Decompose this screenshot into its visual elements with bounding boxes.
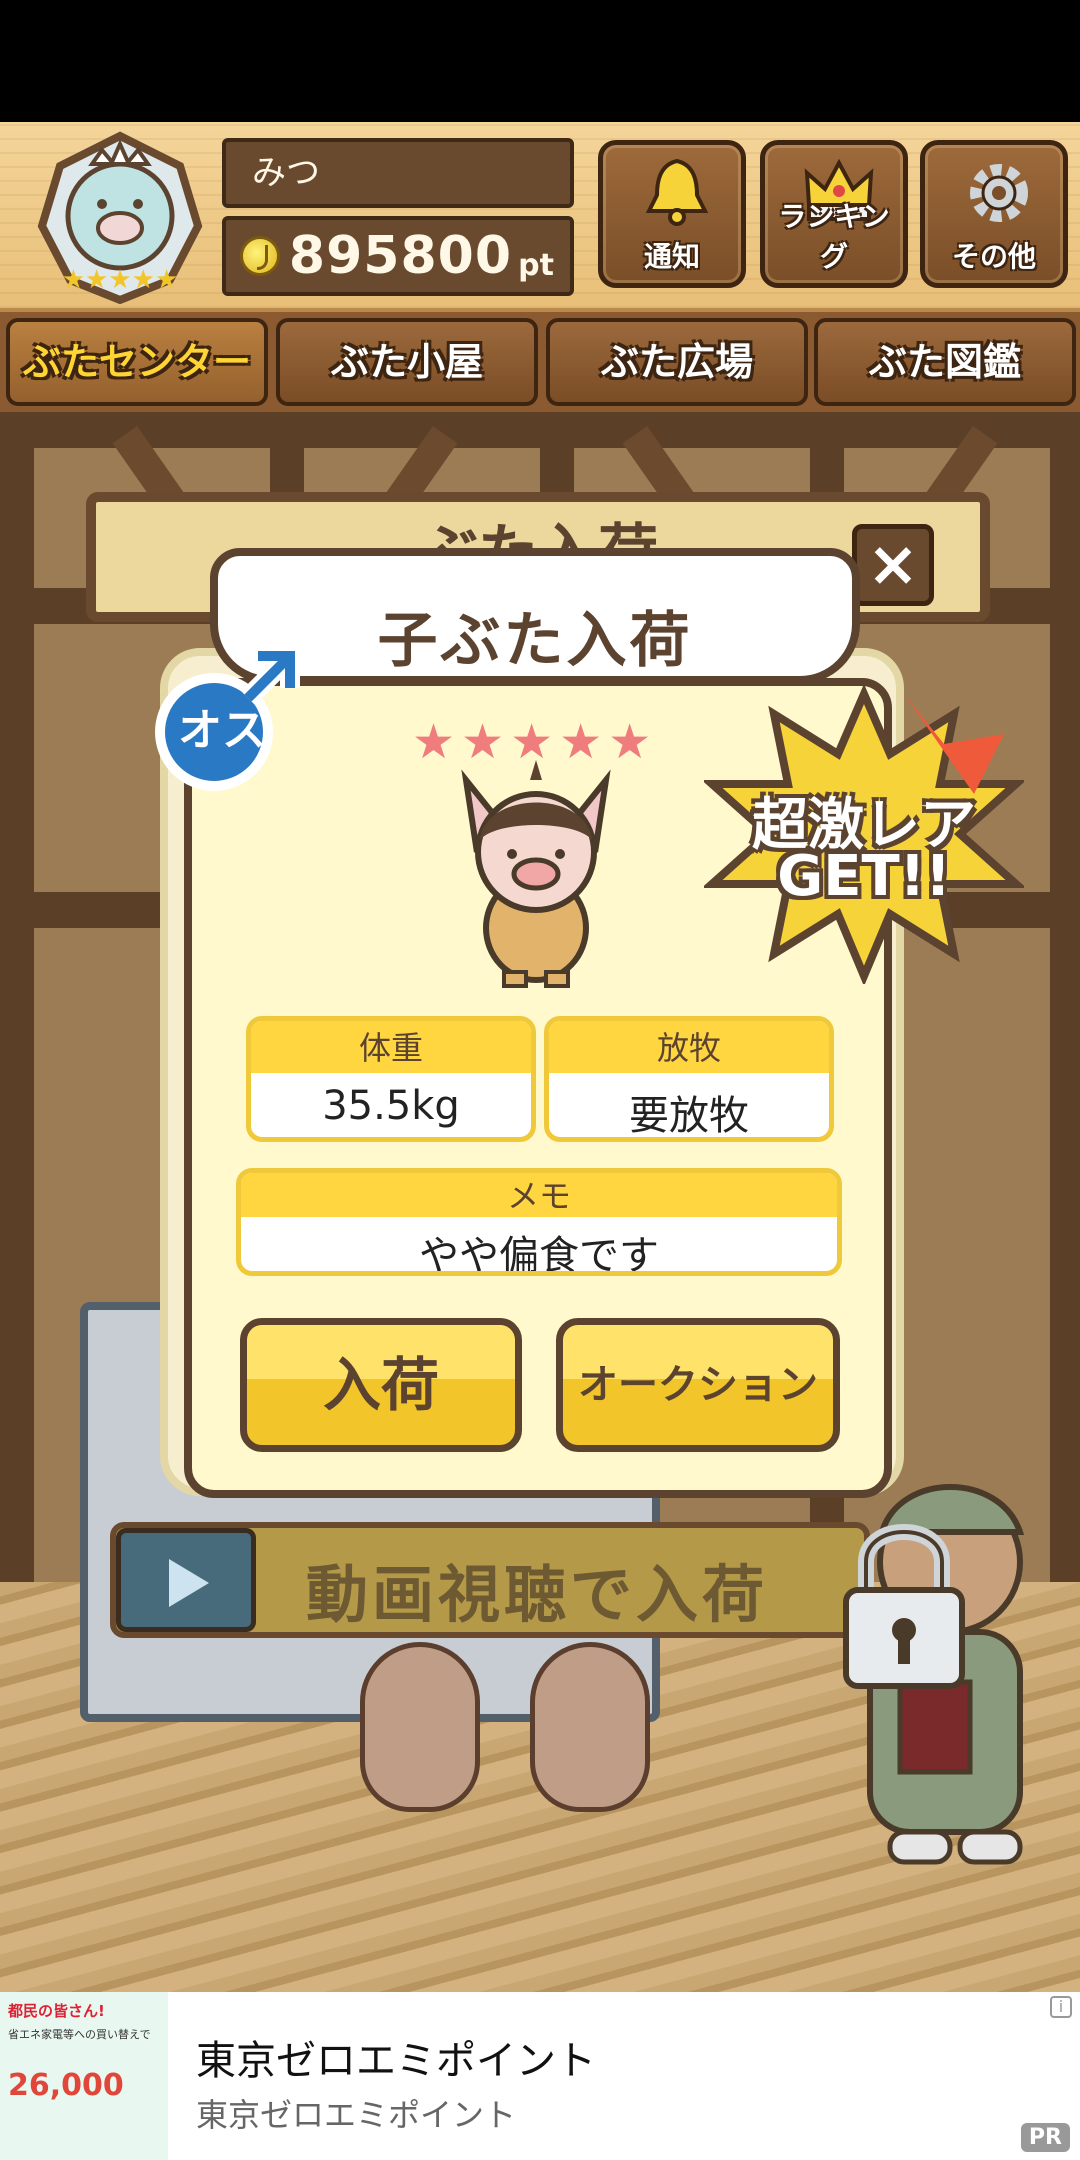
ad-thumbnail[interactable]: 都民の皆さん! 省エネ家電等への買い替えで 26,000 — [0, 1992, 168, 2160]
ad-pr-badge: PR — [1020, 2123, 1070, 2152]
ad-title[interactable]: 東京ゼロエミポイント — [196, 2028, 596, 2086]
rarity-text-line2: GET!! — [777, 844, 951, 909]
svg-text:★★★★★: ★★★★★ — [62, 265, 179, 295]
video-purchase-button[interactable]: 動画視聴で入荷 — [110, 1522, 870, 1638]
ad-thumb-amount: 26,000 — [8, 2068, 124, 2103]
memo-label: メモ — [241, 1173, 837, 1217]
points-unit: pt — [518, 248, 554, 283]
beam — [1050, 412, 1080, 1592]
other-button[interactable]: その他 — [920, 140, 1068, 288]
ranking-label: ランキング — [778, 200, 890, 273]
notify-label: 通知 — [643, 240, 700, 273]
tab-buta-center[interactable]: ぶたセンター — [6, 318, 268, 406]
weight-value: 35.5kg — [322, 1083, 460, 1129]
other-label: その他 — [951, 240, 1036, 273]
memo-value: やや偏食です — [419, 1233, 659, 1276]
grazing-label: 放牧 — [549, 1021, 829, 1073]
coin-icon — [240, 236, 280, 276]
lock-icon — [843, 1524, 965, 1689]
points-value: 895800 — [288, 226, 512, 286]
ranking-button[interactable]: ランキング — [760, 140, 908, 288]
tab-buta-encyclopedia[interactable]: ぶた図鑑 — [814, 318, 1076, 406]
beam — [0, 412, 34, 1592]
memo-card: メモ やや偏食です — [236, 1168, 842, 1276]
ad-info-icon[interactable]: i — [1050, 1996, 1072, 2018]
video-play-icon — [116, 1528, 256, 1632]
male-gender-icon: オス — [150, 646, 300, 796]
ad-subtitle: 東京ゼロエミポイント — [196, 2096, 517, 2134]
dialog-title: 子ぶた入荷 — [377, 606, 693, 676]
bell-icon — [645, 158, 709, 226]
gender-label: オス — [178, 705, 266, 756]
grazing-value: 要放牧 — [629, 1093, 749, 1139]
status-bar — [0, 0, 1080, 122]
video-button-label: 動画視聴で入荷 — [306, 1558, 769, 1631]
ad-banner[interactable]: 都民の皆さん! 省エネ家電等への買い替えで 26,000 東京ゼロエミポイント … — [0, 1992, 1080, 2160]
pig-back-left — [360, 1642, 480, 1812]
weight-card: 体重 35.5kg — [246, 1016, 536, 1142]
pig-back-right — [530, 1642, 650, 1812]
player-name: みつ — [222, 138, 574, 208]
points-display: 895800 pt — [222, 216, 574, 296]
piglet-character — [461, 760, 611, 988]
super-rare-badge: 超激レア GET!! — [704, 684, 1024, 984]
accept-button[interactable]: 入荷 — [240, 1318, 522, 1452]
rank-badge-icon[interactable]: ★★★★★ — [30, 130, 210, 306]
gear-icon — [970, 164, 1028, 222]
ad-thumb-line2: 省エネ家電等への買い替えで — [8, 2028, 151, 2041]
grazing-card: 放牧 要放牧 — [544, 1016, 834, 1142]
ad-thumb-line1: 都民の皆さん! — [8, 2002, 105, 2020]
tab-buta-plaza[interactable]: ぶた広場 — [546, 318, 808, 406]
auction-button[interactable]: オークション — [556, 1318, 840, 1452]
main-tabs: ぶたセンター ぶた小屋 ぶた広場 ぶた図鑑 — [0, 312, 1080, 412]
header: ★★★★★ みつ 895800 pt 通知 ランキング その他 — [0, 122, 1080, 312]
close-button[interactable]: × — [852, 524, 934, 606]
title-banner: 子ぶた入荷 — [210, 548, 860, 684]
tab-buta-hut[interactable]: ぶた小屋 — [276, 318, 538, 406]
weight-label: 体重 — [251, 1021, 531, 1073]
notify-button[interactable]: 通知 — [598, 140, 746, 288]
